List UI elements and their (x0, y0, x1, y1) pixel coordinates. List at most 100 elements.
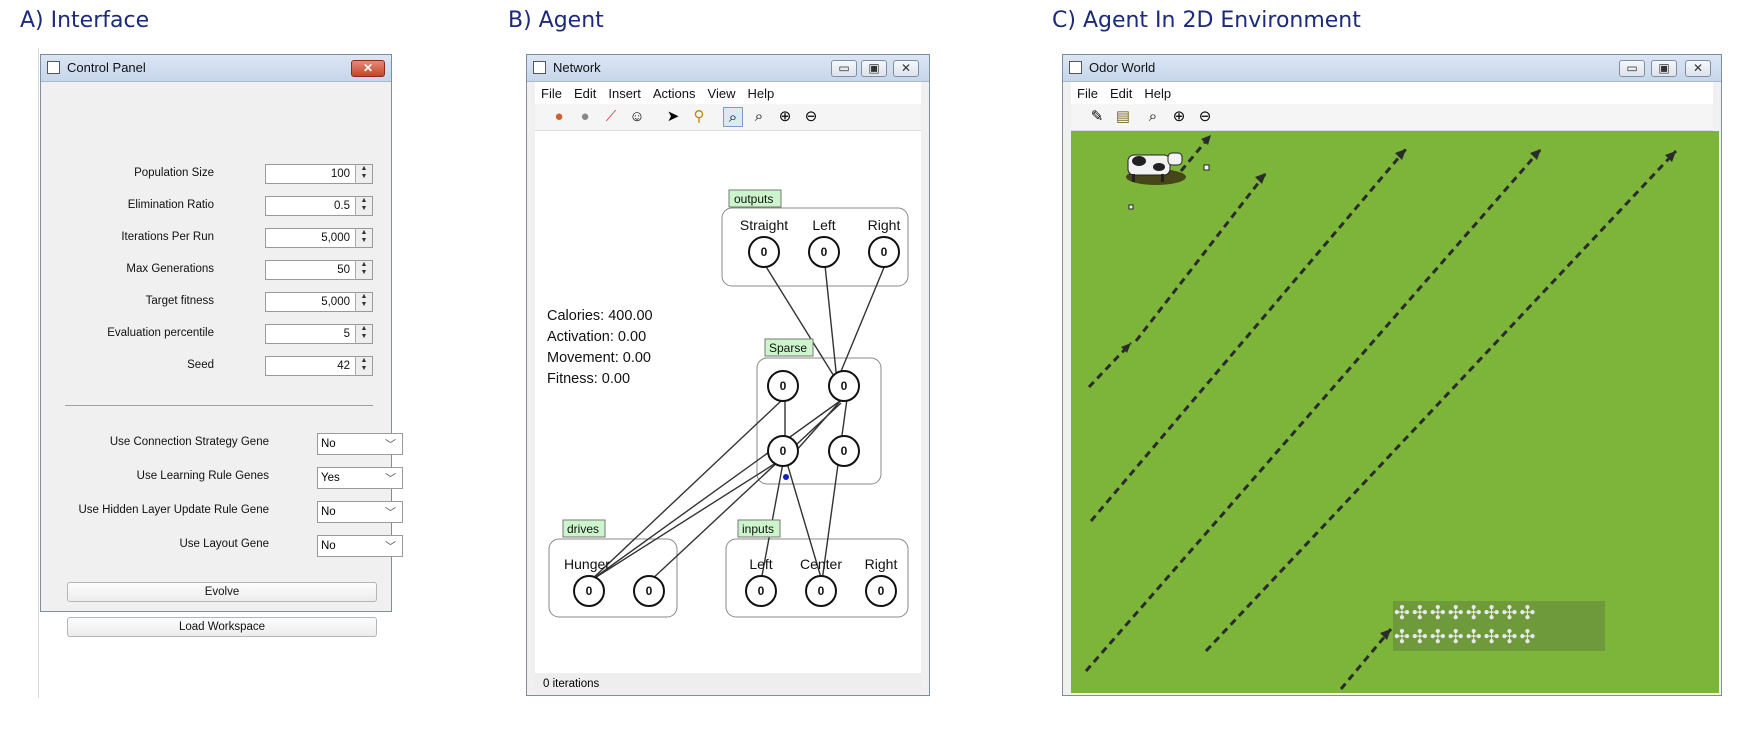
spinner-arrows-icon[interactable]: ▲ ▼ (355, 325, 372, 343)
iterations-per-run-spinner[interactable]: 5,000 ▲ ▼ (265, 228, 373, 248)
minimize-button[interactable]: ▭ (1619, 60, 1645, 77)
maximize-button[interactable]: ▣ (861, 60, 887, 77)
chevron-down-icon: ﹀ (385, 473, 396, 485)
minimize-button[interactable]: ▭ (831, 60, 857, 77)
iterations-status: 0 iterations (543, 678, 600, 690)
learning-rule-label: Use Learning Rule Genes (136, 470, 269, 482)
population-size-spinner[interactable]: 100 ▲ ▼ (265, 164, 373, 184)
calories-stat: Calories: 400.00 (547, 308, 653, 324)
elimination-ratio-label: Elimination Ratio (127, 199, 214, 211)
network-statusbar: 0 iterations (535, 674, 921, 694)
neuron-value: 0 (780, 379, 787, 393)
menu-edit[interactable]: Edit (1104, 82, 1138, 101)
close-button[interactable]: ✕ (1685, 60, 1711, 77)
pencil-icon[interactable]: ✎ (1087, 107, 1107, 127)
chevron-down-icon: ﹀ (385, 439, 396, 451)
spinner-arrows-icon[interactable]: ▲ ▼ (355, 293, 372, 311)
image-icon[interactable]: ▤ (1113, 107, 1133, 127)
hidden-layer-rule-select[interactable]: No ﹀ (317, 501, 403, 523)
smiley-icon[interactable]: ☺ (627, 107, 647, 127)
target-fitness-spinner[interactable]: 5,000 ▲ ▼ (265, 292, 373, 312)
zoom-in-icon[interactable]: ⊕ (1169, 107, 1189, 127)
zoom-in-icon[interactable]: ⊕ (775, 107, 795, 127)
neuron-icon[interactable]: ● (549, 107, 569, 127)
close-button[interactable]: ✕ (351, 60, 385, 77)
menu-help[interactable]: Help (1138, 82, 1177, 101)
flower-icon: ✣ (1394, 626, 1412, 648)
iterations-per-run-label: Iterations Per Run (121, 231, 214, 243)
seed-label: Seed (187, 359, 214, 371)
zoom-out-icon[interactable]: ⊖ (801, 107, 821, 127)
control-panel-body: Population Size 100 ▲ ▼ Elimination Ratio … (47, 82, 403, 637)
connection-strategy-select[interactable]: No ﹀ (317, 433, 403, 455)
maximize-button[interactable]: ▣ (1651, 60, 1677, 77)
learning-rule-select[interactable]: Yes ﹀ (317, 467, 403, 489)
control-panel-titlebar[interactable]: Control Panel ✕ (41, 55, 391, 82)
spinner-arrows-icon[interactable]: ▲ ▼ (355, 197, 372, 215)
zoom-fit-icon[interactable]: ⌕ (1143, 107, 1163, 127)
network-menubar: File Edit Insert Actions View Help (535, 82, 921, 104)
separator (65, 405, 373, 406)
neuron-value: 0 (841, 444, 848, 458)
hidden-layer-rule-label: Use Hidden Layer Update Rule Gene (78, 504, 269, 516)
arrow-head-icon (1255, 173, 1266, 184)
spinner-arrows-icon[interactable]: ▲ ▼ (355, 165, 372, 183)
neuron-value: 0 (761, 245, 768, 259)
zoom-icon[interactable]: ⌕ (749, 107, 769, 127)
zoom-fit-icon[interactable]: ⌕ (723, 107, 743, 127)
load-workspace-button[interactable]: Load Workspace (67, 617, 377, 637)
spinner-arrows-icon[interactable]: ▲ ▼ (355, 229, 372, 247)
cow-agent-icon[interactable] (1126, 152, 1186, 185)
close-button[interactable]: ✕ (893, 60, 919, 77)
menu-view[interactable]: View (702, 82, 742, 101)
arrow-head-icon (1201, 135, 1211, 145)
minimize-icon: ▭ (1626, 61, 1638, 75)
odor-world-window: Odor World ▭ ▣ ✕ File Edit Help ✎ ▤ ⌕ ⊕ ⊖ (1062, 54, 1722, 696)
menu-edit[interactable]: Edit (568, 82, 602, 101)
flower-icon: ✣ (1411, 626, 1430, 648)
flower-icon: ✣ (1519, 602, 1538, 624)
menu-file[interactable]: File (1071, 82, 1104, 101)
inputs-label: inputs (742, 522, 774, 536)
flower-icon: ✣ (1501, 602, 1520, 624)
trail (1204, 149, 1678, 653)
spinner-arrows-icon[interactable]: ▲ ▼ (355, 357, 372, 375)
network-canvas[interactable]: outputs Sparse drives inputs Straight Le… (535, 131, 921, 673)
neuron-value: 0 (586, 584, 593, 598)
neuron-name: Hunger (564, 556, 610, 572)
layout-gene-select[interactable]: No ﹀ (317, 535, 403, 557)
gray-neuron-icon[interactable]: ● (575, 107, 595, 127)
spinner-arrows-icon[interactable]: ▲ ▼ (355, 261, 372, 279)
eraser-icon[interactable]: ⟋ (601, 107, 621, 127)
java-cup-icon (533, 61, 546, 74)
neuron-name: Right (865, 556, 898, 572)
menu-file[interactable]: File (535, 82, 568, 101)
max-generations-label: Max Generations (126, 263, 214, 275)
close-icon: ✕ (900, 61, 912, 75)
menu-actions[interactable]: Actions (647, 82, 702, 101)
activation-stat: Activation: 0.00 (547, 329, 646, 345)
evolve-button[interactable]: Evolve (67, 582, 377, 602)
evaluation-percentile-spinner[interactable]: 5 ▲ ▼ (265, 324, 373, 344)
elimination-ratio-spinner[interactable]: 0.5 ▲ ▼ (265, 196, 373, 216)
population-size-label: Population Size (134, 167, 214, 179)
network-titlebar[interactable]: Network ▭ ▣ ✕ (527, 55, 929, 82)
sparse-label: Sparse (769, 341, 807, 355)
wand-icon[interactable]: ⚲ (689, 107, 709, 127)
max-generations-spinner[interactable]: 50 ▲ ▼ (265, 260, 373, 280)
java-cup-icon (47, 61, 60, 74)
flower-icon: ✣ (1483, 602, 1502, 624)
trail (1089, 148, 1408, 522)
trail (1084, 148, 1543, 672)
neuron-name: Left (812, 217, 835, 233)
panel-a-title: A) Interface (20, 8, 150, 33)
seed-spinner[interactable]: 42 ▲ ▼ (265, 356, 373, 376)
trail (1134, 172, 1268, 342)
menu-insert[interactable]: Insert (602, 82, 647, 101)
pointer-icon[interactable]: ➤ (663, 107, 683, 127)
menu-help[interactable]: Help (741, 82, 780, 101)
flower-icon: ✣ (1394, 602, 1412, 624)
odor-world-titlebar[interactable]: Odor World ▭ ▣ ✕ (1063, 55, 1721, 82)
zoom-out-icon[interactable]: ⊖ (1195, 107, 1215, 127)
odor-world-canvas[interactable]: ✣✣✣✣✣✣✣✣ ✣✣✣✣✣✣✣✣ (1071, 131, 1719, 693)
